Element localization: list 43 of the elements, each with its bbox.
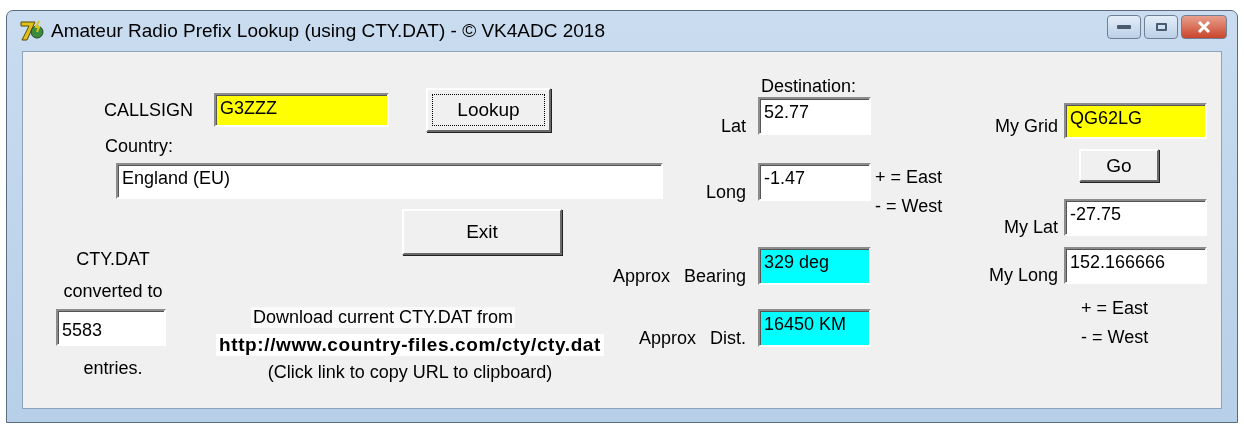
entries-label: entries. (82, 357, 144, 380)
value-field[interactable]: -1.47 (758, 163, 871, 201)
country-label: Country: (105, 136, 174, 157)
lookup-button[interactable]: Lookup (426, 88, 551, 132)
cty-label: CTY.DAT (75, 248, 151, 271)
exit-button[interactable]: Exit (402, 209, 562, 255)
maximize-button[interactable] (1144, 15, 1178, 39)
country-field[interactable]: England (EU) (116, 163, 663, 199)
coordinate-label: Bearing (683, 266, 746, 287)
coordinate-label: Dist. (710, 328, 746, 349)
direction-note: + = East (875, 166, 943, 189)
minimize-icon (1117, 25, 1131, 29)
direction-note: + = East (1081, 297, 1150, 320)
minimize-button[interactable] (1107, 15, 1141, 39)
coordinate-label: My Long (987, 265, 1058, 286)
cty-label: converted to (62, 280, 164, 303)
callsign-label: CALLSIGN (104, 99, 195, 121)
grid-label: My Grid (994, 116, 1058, 137)
value-field[interactable]: -27.75 (1064, 199, 1207, 236)
url-link[interactable]: http://www.country-files.com/cty/cty.dat (216, 334, 604, 356)
close-button[interactable] (1181, 15, 1227, 39)
grid-field[interactable]: QG62LG (1064, 103, 1207, 139)
direction-note: - = West (875, 195, 943, 218)
download-text: Download current CTY.DAT from (250, 307, 516, 328)
value-field[interactable]: 52.77 (758, 97, 871, 135)
entries-field[interactable]: 5583 (56, 309, 166, 346)
maximize-icon (1155, 23, 1167, 31)
approx-label: Approx (612, 266, 670, 287)
coordinate-label: My Lat (1002, 217, 1058, 238)
approx-label: Approx (638, 328, 696, 349)
coordinate-label: Long (705, 182, 746, 203)
clipboard-hint: (Click link to copy URL to clipboard) (266, 362, 554, 383)
window-title: Amateur Radio Prefix Lookup (using CTY.DAT) - © VK4ADC 2018 (51, 20, 606, 42)
destination-label: Destination: (761, 76, 857, 97)
value-field[interactable]: 152.166666 (1064, 247, 1207, 284)
app-icon (19, 19, 45, 43)
value-field[interactable]: 16450 KM (758, 309, 871, 347)
callsign-field[interactable]: G3ZZZ (214, 93, 389, 127)
value-field[interactable]: 329 deg (758, 247, 871, 285)
coordinate-label: Lat (720, 116, 746, 137)
close-icon (1196, 20, 1212, 34)
direction-note: - = West (1081, 326, 1150, 349)
go-button[interactable]: Go (1079, 149, 1159, 182)
